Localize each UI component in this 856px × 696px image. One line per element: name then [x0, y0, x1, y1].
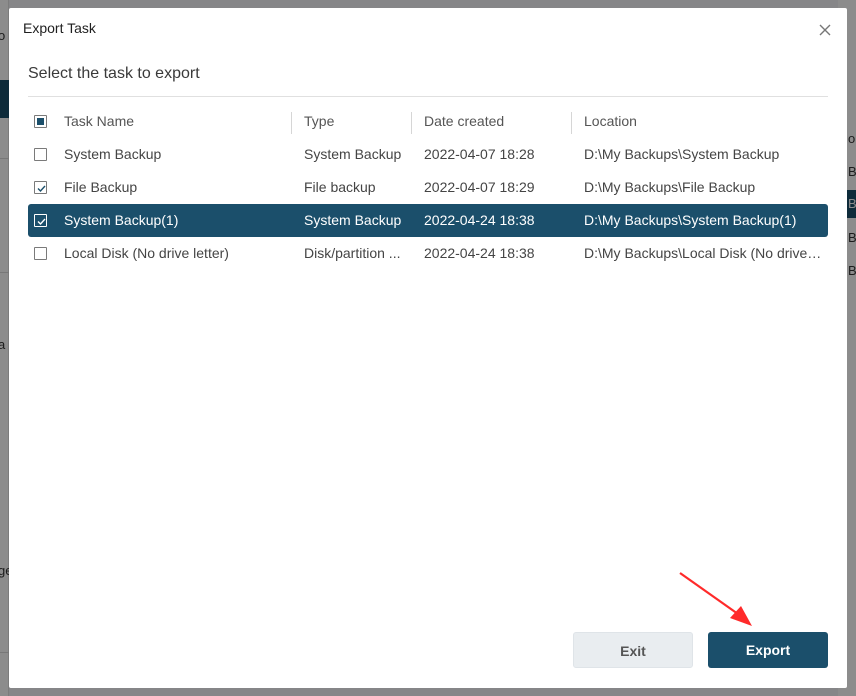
- annotation-arrow-icon: [679, 572, 752, 626]
